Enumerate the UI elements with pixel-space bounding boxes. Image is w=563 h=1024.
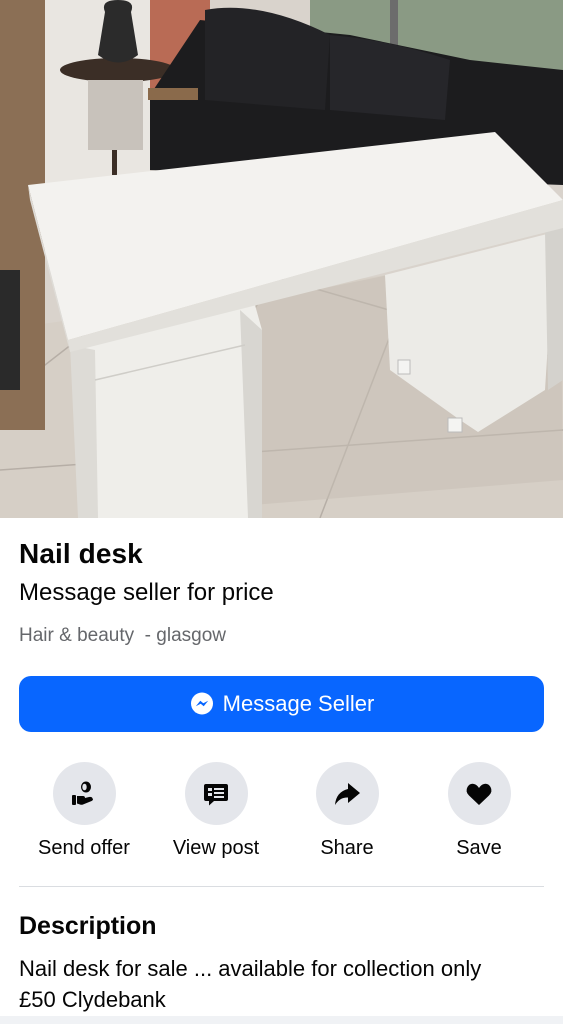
share-label: Share <box>320 837 374 859</box>
send-offer-label: Send offer <box>38 837 130 859</box>
listing-category[interactable]: Hair & beauty <box>19 625 134 646</box>
share-icon-circle <box>315 762 379 825</box>
listing-photo[interactable] <box>0 0 563 518</box>
share-arrow-icon <box>335 782 360 805</box>
heart-icon <box>466 783 492 805</box>
listing-price: Message seller for price <box>19 579 274 606</box>
save-icon-circle <box>447 762 511 825</box>
meta-separator: - <box>134 625 157 646</box>
description-heading: Description <box>19 912 157 940</box>
description-body: Nail desk for sale ... available for col… <box>19 953 544 1015</box>
listing-meta: Hair & beauty - glasgow <box>19 625 226 647</box>
send-offer-button[interactable]: Send offer <box>18 762 150 872</box>
hand-offer-icon <box>72 781 93 805</box>
save-label: Save <box>456 837 502 859</box>
listing-actions: Send offer View post Share Save <box>0 762 563 872</box>
bottom-section-edge <box>0 1016 563 1024</box>
listing-location[interactable]: glasgow <box>156 625 226 646</box>
listing-title: Nail desk <box>19 538 143 569</box>
post-icon <box>204 783 228 805</box>
save-button[interactable]: Save <box>413 762 545 872</box>
marketplace-listing-page: Nail desk Message seller for price Hair … <box>0 0 563 1024</box>
send-offer-icon-circle <box>52 762 116 825</box>
desk-photo-illustration <box>0 0 563 518</box>
messenger-icon <box>190 692 213 715</box>
share-button[interactable]: Share <box>281 762 413 872</box>
message-seller-label: Message Seller <box>222 691 375 716</box>
view-post-icon-circle <box>184 762 248 825</box>
description-line: £50 Clydebank <box>19 987 166 1012</box>
section-divider <box>19 886 544 887</box>
description-line: Nail desk for sale ... available for col… <box>19 956 482 981</box>
view-post-label: View post <box>172 837 260 859</box>
message-seller-button[interactable]: Message Seller <box>19 676 544 732</box>
view-post-button[interactable]: View post <box>150 762 282 872</box>
